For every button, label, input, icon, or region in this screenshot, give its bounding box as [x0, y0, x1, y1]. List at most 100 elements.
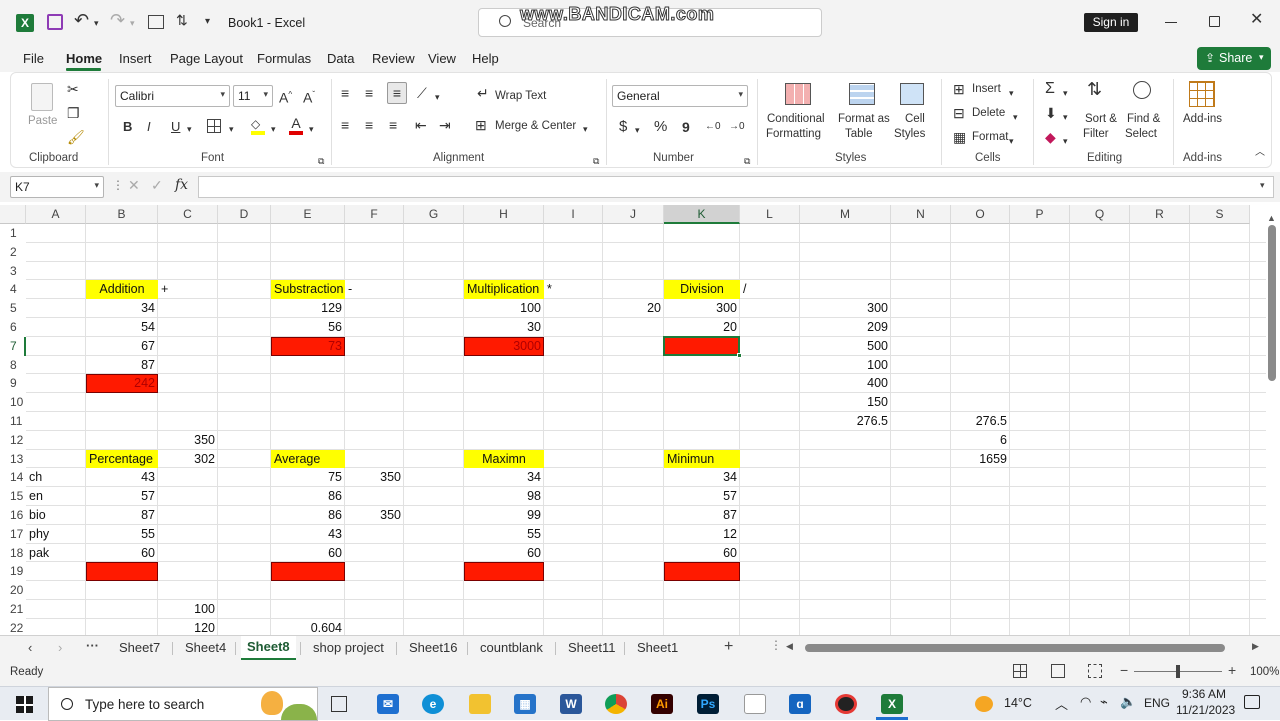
cell-b8[interactable]: 87 [86, 356, 158, 374]
tab-formulas[interactable]: Formulas [257, 51, 311, 66]
format-cells-icon[interactable]: ▦ [953, 129, 966, 145]
italic-button[interactable]: I [147, 119, 151, 135]
zoom-in-icon[interactable]: + [1228, 662, 1236, 678]
bandicam-record-icon[interactable] [835, 694, 857, 714]
cell-e16[interactable]: 86 [271, 506, 345, 524]
clock-date[interactable]: 11/21/2023 [1176, 703, 1235, 717]
column-header[interactable]: B [86, 205, 158, 224]
cell-c13[interactable]: 302 [158, 450, 218, 468]
cell-h17[interactable]: 55 [464, 525, 544, 543]
orientation-icon[interactable]: ⟋ [417, 85, 427, 101]
vertical-scrollbar-thumb[interactable] [1268, 225, 1276, 381]
copy-icon[interactable]: ❐ [67, 105, 80, 121]
merge-center-button[interactable]: Merge & Center [495, 120, 576, 132]
save-icon[interactable] [47, 14, 63, 30]
cell-e13[interactable]: Average [271, 450, 345, 468]
merge-dropdown-icon[interactable]: ▾ [583, 121, 588, 137]
cell-k18[interactable]: 60 [664, 544, 740, 562]
dialog-launcher-icon[interactable]: ⧉ [593, 153, 599, 169]
cell-m5[interactable]: 300 [800, 299, 891, 317]
cell-f16[interactable]: 350 [345, 506, 404, 524]
delete-cells-icon[interactable]: ⊟ [953, 105, 965, 121]
column-header[interactable]: M [800, 205, 891, 224]
cell-i4[interactable]: * [544, 280, 603, 298]
column-header[interactable]: H [464, 205, 544, 224]
decrease-decimal-icon[interactable]: →0 [729, 119, 745, 135]
row-header[interactable]: 17 [10, 525, 26, 544]
clear-dropdown-icon[interactable]: ▾ [1063, 133, 1068, 149]
cut-icon[interactable]: ✂ [67, 81, 79, 97]
borders-icon[interactable] [207, 119, 221, 133]
column-header[interactable]: J [603, 205, 664, 224]
bold-button[interactable]: B [123, 119, 132, 135]
tab-help[interactable]: Help [472, 51, 499, 66]
format-dropdown-icon[interactable]: ▾ [1009, 133, 1014, 149]
next-sheet-icon[interactable]: › [58, 640, 62, 655]
cell-h14[interactable]: 34 [464, 468, 544, 486]
cell-o13[interactable]: 1659 [951, 450, 1010, 468]
delete-cells-button[interactable]: Delete [972, 107, 1005, 119]
column-header[interactable]: F [345, 205, 404, 224]
cell-h5[interactable]: 100 [464, 299, 544, 317]
edge-icon[interactable]: e [422, 694, 444, 714]
wifi-icon[interactable]: ◠ [1080, 694, 1091, 710]
select-all-corner[interactable] [0, 205, 26, 224]
share-button[interactable]: ⇪ Share ▾ [1197, 47, 1271, 70]
red-highlight-cell[interactable] [86, 562, 158, 582]
font-color-dropdown-icon[interactable]: ▾ [309, 121, 314, 137]
horizontal-scroll-right-icon[interactable]: ▶ [1252, 641, 1259, 652]
cell-b5[interactable]: 34 [86, 299, 158, 317]
percent-button[interactable]: % [654, 119, 667, 135]
zoom-level[interactable]: 100% [1250, 666, 1279, 678]
tab-review[interactable]: Review [372, 51, 415, 66]
format-as-table-button[interactable]: Format as [838, 113, 890, 125]
increase-decimal-icon[interactable]: ←0 [705, 119, 721, 135]
increase-indent-icon[interactable]: ⇥ [439, 117, 451, 133]
column-header[interactable]: K [664, 205, 740, 224]
column-header[interactable]: D [218, 205, 271, 224]
cell-b16[interactable]: 87 [86, 506, 158, 524]
illustrator-icon[interactable]: Ai [651, 694, 673, 714]
prev-sheet-icon[interactable]: ‹ [28, 640, 32, 655]
collapse-ribbon-icon[interactable]: ︿ [1255, 145, 1265, 161]
cell-b18[interactable]: 60 [86, 544, 158, 562]
cell-l4[interactable]: / [740, 280, 800, 298]
cell-k13[interactable]: Minimun [664, 450, 740, 468]
sheet-tab-sheet11[interactable]: Sheet11 [568, 640, 615, 655]
formula-input[interactable] [198, 176, 1274, 198]
cancel-icon[interactable]: ✕ [128, 177, 140, 194]
fill-icon[interactable]: ⬇ [1045, 105, 1057, 121]
customize-qat-icon[interactable]: ▾ [205, 14, 210, 30]
sort-icon[interactable]: ⇅ [176, 12, 188, 28]
insert-cells-button[interactable]: Insert [972, 83, 1001, 95]
cell-b13[interactable]: Percentage [86, 450, 158, 468]
row-header[interactable]: 14 [10, 468, 26, 487]
sheet-tab-sheet16[interactable]: Sheet16 [409, 640, 457, 655]
photoshop-icon[interactable]: Ps [697, 694, 719, 714]
network-icon[interactable]: ⌁ [1100, 694, 1108, 710]
cell-b14[interactable]: 43 [86, 468, 158, 486]
cell-e14[interactable]: 75 [271, 468, 345, 486]
currency-button[interactable]: $ [619, 119, 627, 135]
font-name-combo[interactable]: Calibri ▾ [115, 85, 230, 107]
cell-c4[interactable]: + [158, 280, 218, 298]
tab-scroll-options-icon[interactable]: ⋮ [770, 638, 782, 652]
column-header[interactable]: S [1190, 205, 1250, 224]
font-size-combo[interactable]: 11 ▾ [233, 85, 273, 107]
excel-taskbar-icon[interactable]: X [881, 694, 903, 714]
tab-home[interactable]: Home [66, 51, 102, 66]
volume-icon[interactable]: 🔈 [1120, 694, 1136, 710]
sort-filter-button[interactable]: Sort & [1085, 113, 1117, 125]
cell-e17[interactable]: 43 [271, 525, 345, 543]
row-header[interactable]: 9 [10, 374, 26, 393]
merge-center-icon[interactable]: ⊞ [475, 117, 487, 133]
undo-icon[interactable]: ↶ [74, 11, 89, 29]
cell-o12[interactable]: 6 [951, 431, 1010, 449]
cell-k16[interactable]: 87 [664, 506, 740, 524]
taskbar-search[interactable]: Type here to search [48, 687, 318, 721]
row-header[interactable]: 6 [10, 318, 26, 337]
column-header[interactable]: N [891, 205, 951, 224]
cell-a15[interactable]: en [26, 487, 86, 505]
wrap-text-icon[interactable]: ↵ [477, 85, 489, 101]
cell-c22[interactable]: 120 [158, 619, 218, 635]
